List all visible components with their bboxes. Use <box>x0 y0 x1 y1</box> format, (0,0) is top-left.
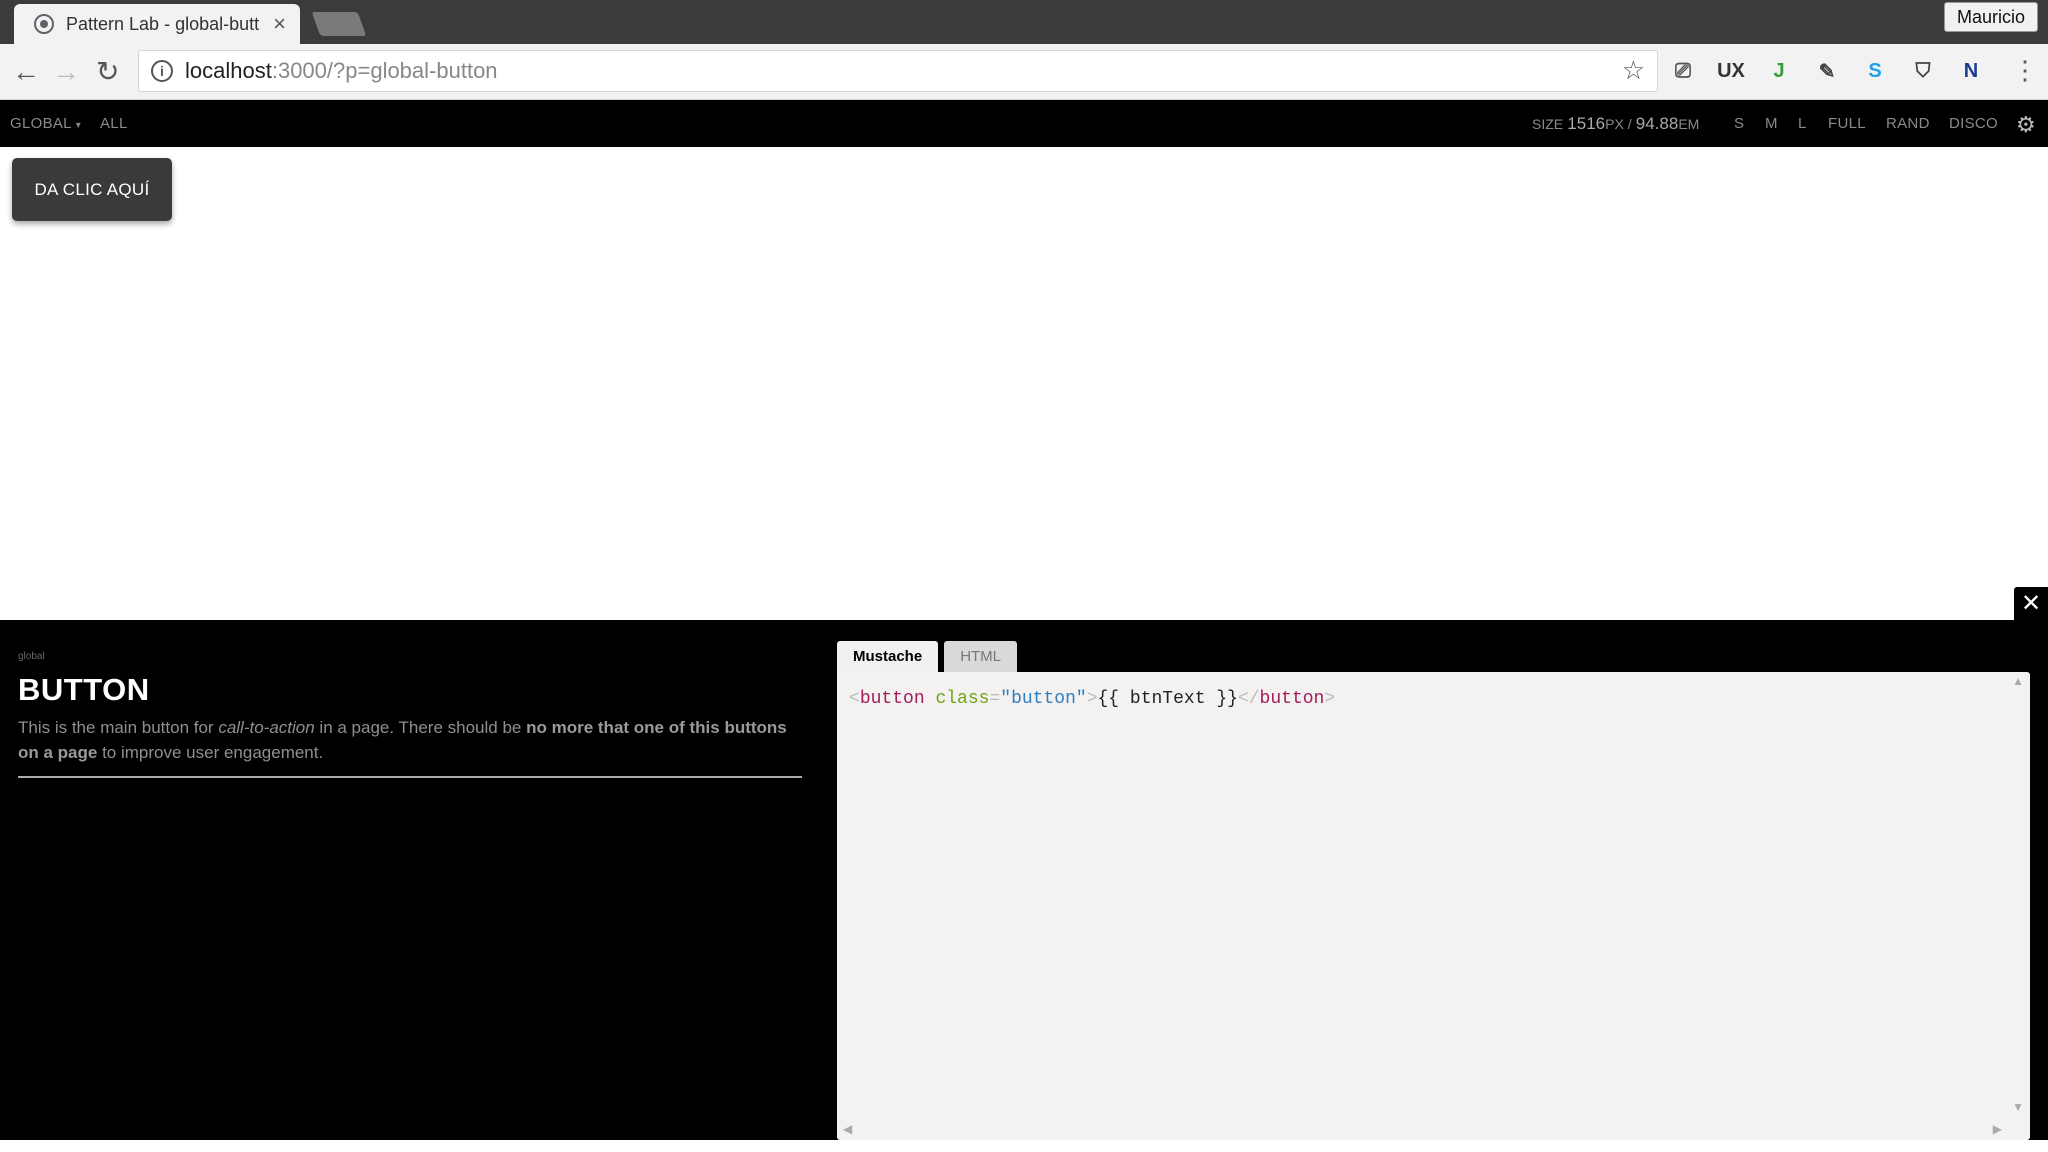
caret-down-icon: ▾ <box>75 120 82 131</box>
reload-icon[interactable]: ↻ <box>96 56 119 88</box>
code-tag: button <box>859 689 925 709</box>
favicon-icon <box>34 14 54 34</box>
info-icon[interactable]: i <box>151 60 173 82</box>
nav-global-label: GLOBAL <box>10 115 72 132</box>
forward-arrow-icon[interactable]: → <box>52 56 80 88</box>
ux-check-icon[interactable]: UX <box>1716 56 1746 86</box>
size-em-unit: EM <box>1678 116 1700 132</box>
page-bottom-edge <box>0 1140 2048 1152</box>
back-arrow-icon[interactable]: ← <box>12 56 40 88</box>
size-l-button[interactable]: L <box>1798 115 1807 132</box>
cast-icon[interactable]: ⎚ <box>1668 56 1698 86</box>
code-attr: class <box>935 689 990 709</box>
code-close-gt: > <box>1324 689 1336 709</box>
code-close-tag: button <box>1259 689 1325 709</box>
size-full-button[interactable]: FULL <box>1828 115 1866 132</box>
size-px-unit: PX / <box>1605 116 1632 132</box>
url-host: localhost <box>185 58 272 83</box>
size-label: SIZE <box>1532 116 1564 132</box>
pattern-title: BUTTON <box>18 672 150 707</box>
pattern-info-drawer: global BUTTON This is the main button fo… <box>0 620 2048 1140</box>
code-line: <button class="button">{{ btnText }}</bu… <box>849 689 1335 709</box>
tab-title: Pattern Lab - global-butt <box>66 13 260 34</box>
pattern-description: This is the main button for call-to-acti… <box>18 715 798 765</box>
tab-html[interactable]: HTML <box>944 641 1018 672</box>
address-bar[interactable]: i localhost:3000/?p=global-button ☆ <box>138 50 1658 92</box>
description-divider <box>18 776 802 778</box>
browser-menu-icon[interactable]: ⋮ <box>2012 54 2038 86</box>
demo-cta-button[interactable]: DA CLIC AQUÍ <box>12 158 172 221</box>
desc-emphasis: call-to-action <box>218 718 315 737</box>
skype-icon[interactable]: S <box>1860 56 1890 86</box>
code-eq: = <box>989 689 1001 709</box>
onenote-icon[interactable]: N <box>1956 56 1986 86</box>
url-path: :3000/?p=global-button <box>271 58 498 83</box>
nav-global-menu[interactable]: GLOBAL ▾ <box>10 115 81 132</box>
desc-text-1: This is the main button for <box>18 718 219 737</box>
pattern-breadcrumb: global <box>18 651 45 662</box>
size-disco-button[interactable]: DISCO <box>1949 115 1998 132</box>
nav-all[interactable]: ALL <box>100 115 128 132</box>
green-extension-icon[interactable]: J <box>1764 56 1794 86</box>
shield-icon[interactable]: ⛉ <box>1908 56 1938 86</box>
browser-tab[interactable]: Pattern Lab - global-butt × <box>14 4 300 44</box>
profile-button[interactable]: Mauricio <box>1943 2 2038 32</box>
code-expression: {{ btnText }} <box>1097 689 1238 709</box>
scroll-up-arrow-icon[interactable]: ▲ <box>2012 674 2024 688</box>
scroll-left-arrow-icon[interactable]: ◀ <box>843 1122 852 1136</box>
size-m-button[interactable]: M <box>1765 115 1778 132</box>
drawer-close-icon[interactable]: ✕ <box>2014 587 2048 620</box>
code-lt: < <box>849 689 860 709</box>
tab-close-icon[interactable]: × <box>273 13 286 35</box>
desc-text-3: to improve user engagement. <box>97 743 324 762</box>
code-attr-value: "button" <box>1000 689 1087 709</box>
code-panel[interactable]: <button class="button">{{ btnText }}</bu… <box>837 672 2030 1140</box>
scroll-right-arrow-icon[interactable]: ▶ <box>1993 1122 2002 1136</box>
bookmark-star-icon[interactable]: ☆ <box>1622 55 1645 86</box>
code-close-lt: </ <box>1237 689 1260 709</box>
desc-text-2: in a page. There should be <box>314 718 527 737</box>
code-tabs: Mustache HTML <box>837 641 1023 672</box>
code-gt: > <box>1086 689 1098 709</box>
patternlab-nav: GLOBAL ▾ ALL SIZE 1516PX / 94.88EM S M L… <box>0 100 2048 147</box>
new-tab-button[interactable] <box>311 12 367 36</box>
viewport-size-readout: SIZE 1516PX / 94.88EM <box>1532 114 1699 134</box>
browser-tab-strip: Pattern Lab - global-butt × Mauricio <box>0 0 2048 44</box>
pattern-viewport: DA CLIC AQUÍ <box>0 147 2048 620</box>
tab-mustache[interactable]: Mustache <box>837 641 939 672</box>
size-rand-button[interactable]: RAND <box>1886 115 1930 132</box>
browser-toolbar: ← → ↻ i localhost:3000/?p=global-button … <box>0 44 2048 100</box>
settings-gear-icon[interactable]: ⚙ <box>2016 112 2036 138</box>
scroll-down-arrow-icon[interactable]: ▼ <box>2012 1100 2024 1114</box>
eyedropper-icon[interactable]: ✎ <box>1812 56 1842 86</box>
size-px-value[interactable]: 1516 <box>1567 114 1605 133</box>
size-em-value[interactable]: 94.88 <box>1636 114 1679 133</box>
size-s-button[interactable]: S <box>1734 115 1744 132</box>
